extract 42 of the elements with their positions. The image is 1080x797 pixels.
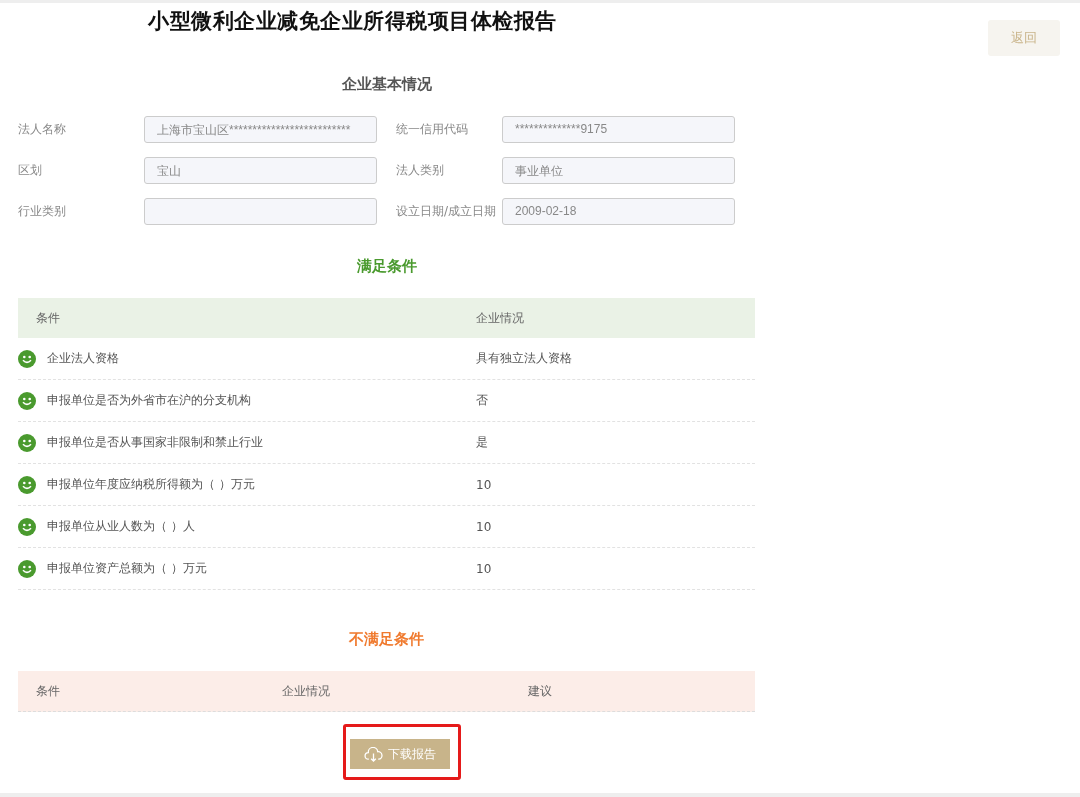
column-header: 条件 — [36, 309, 61, 327]
input-field[interactable]: 事业单位 — [502, 157, 735, 184]
table-cell-text: 申报单位年度应纳税所得额为（ ）万元 — [47, 476, 256, 493]
smiley-icon — [18, 475, 36, 494]
section-heading: 不满足条件 — [348, 630, 425, 649]
input-field[interactable]: **************9175 — [502, 116, 735, 143]
table-cell-text: 申报单位是否从事国家非限制和禁止行业 — [47, 434, 264, 451]
cloud-download-icon — [364, 746, 383, 762]
column-header: 企业情况 — [282, 682, 331, 700]
field-label: 法人类别 — [396, 162, 445, 179]
table-cell: 是 — [476, 434, 488, 451]
field-label: 法人名称 — [18, 121, 67, 138]
input-field[interactable] — [144, 198, 377, 225]
table-cell: 10 — [476, 519, 492, 534]
table-cell: 10 — [476, 561, 492, 576]
smiley-icon — [18, 391, 36, 410]
back-button[interactable]: 返回 — [988, 20, 1060, 56]
smiley-icon — [18, 433, 36, 452]
column-header: 建议 — [528, 682, 552, 700]
table-cell: 具有独立法人资格 — [476, 350, 572, 367]
table-cell: 10 — [476, 477, 492, 492]
table-cell-text: 申报单位资产总额为（ ）万元 — [47, 560, 208, 577]
smiley-icon — [18, 559, 36, 578]
column-header: 企业情况 — [476, 309, 524, 327]
table-cell-text: 申报单位从业人数为（ ）人 — [47, 518, 196, 535]
field-label: 统一信用代码 — [396, 121, 469, 138]
smiley-icon — [18, 517, 36, 536]
report-title: 小型微利企业减免企业所得税项目体检报告 — [148, 8, 557, 35]
column-header: 条件 — [36, 682, 61, 700]
section-heading: 满足条件 — [355, 257, 418, 276]
table-cell-text: 企业法人资格 — [47, 350, 120, 367]
smiley-icon — [18, 349, 36, 368]
field-label: 设立日期/成立日期 — [396, 203, 498, 220]
download-button[interactable]: 下载报告 — [350, 739, 450, 769]
section-heading: 企业基本情况 — [340, 75, 433, 94]
input-field[interactable]: 宝山 — [144, 157, 377, 184]
input-field[interactable]: 上海市宝山区************************** — [144, 116, 377, 143]
field-label: 行业类别 — [18, 203, 67, 220]
table-cell-text: 申报单位是否为外省市在沪的分支机构 — [47, 392, 252, 409]
input-field[interactable]: 2009-02-18 — [502, 198, 735, 225]
table-cell: 否 — [476, 392, 488, 409]
field-label: 区划 — [18, 162, 43, 179]
